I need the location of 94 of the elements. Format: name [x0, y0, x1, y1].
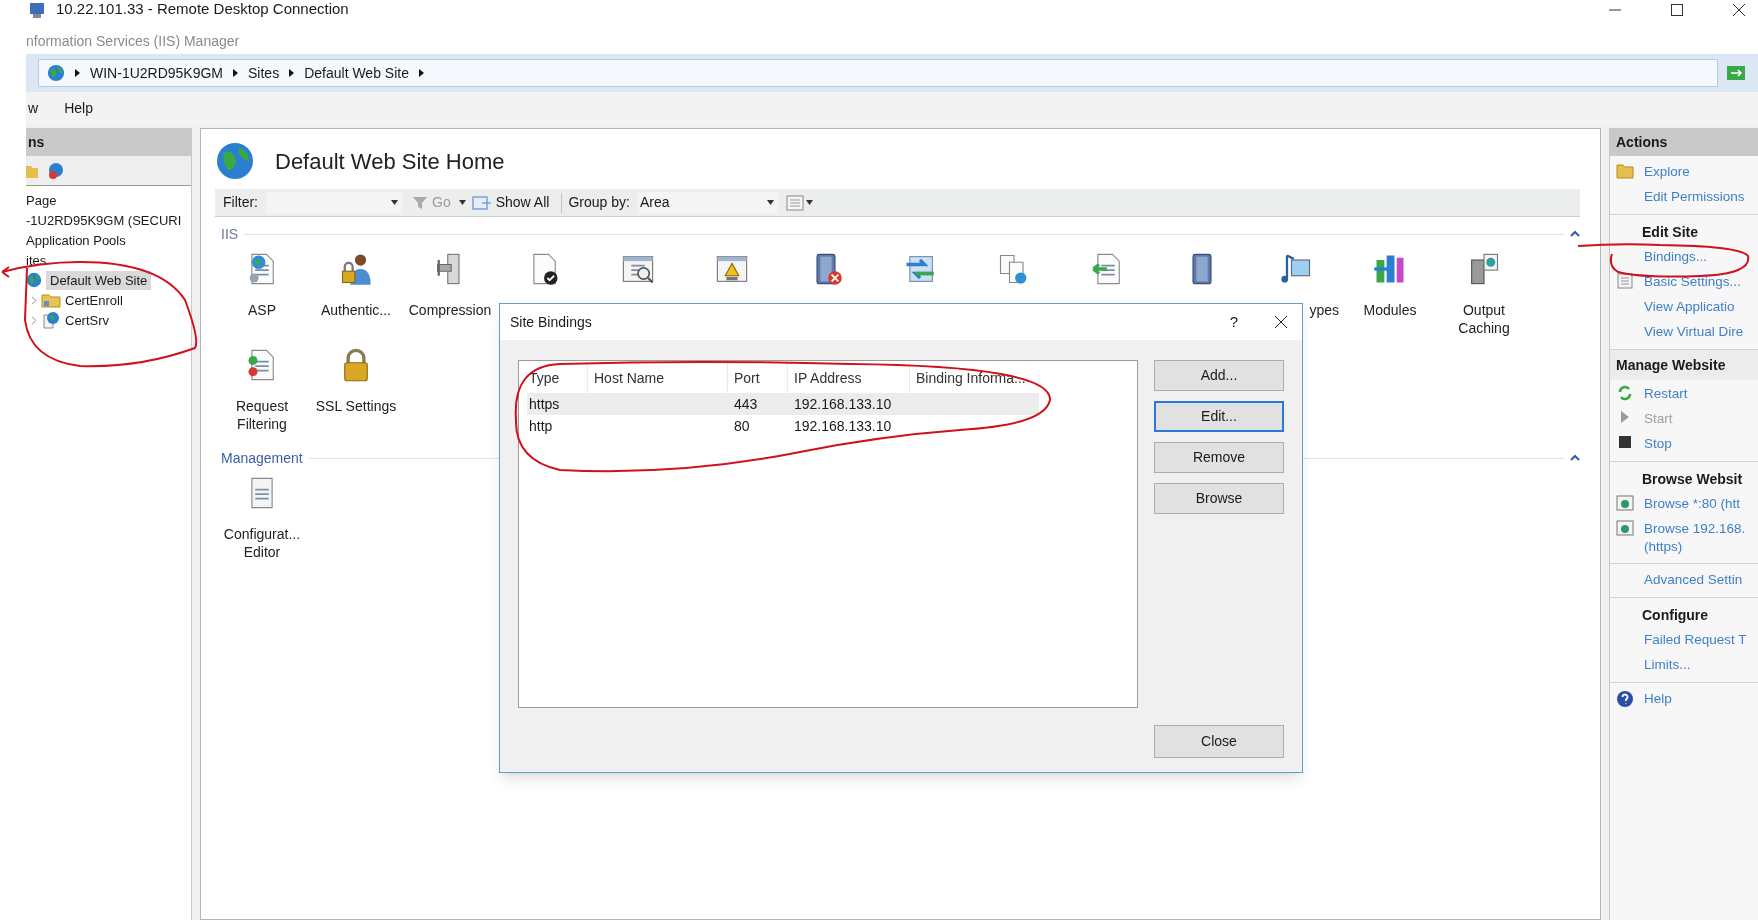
- chevron-icon: [418, 69, 424, 77]
- column-header[interactable]: Type: [527, 363, 587, 393]
- action-link[interactable]: Browse 192.168. (https): [1644, 520, 1758, 556]
- globe-disconnect-icon[interactable]: [46, 161, 66, 180]
- action-link[interactable]: Basic Settings...: [1644, 273, 1758, 291]
- collapse-icon[interactable]: [1570, 454, 1580, 462]
- caret-icon: [391, 200, 398, 205]
- feature-label[interactable]: Modules: [1344, 301, 1436, 319]
- action-link[interactable]: View Applicatio: [1644, 298, 1758, 316]
- group-header: Management: [221, 448, 303, 468]
- dialog-button[interactable]: Add...: [1154, 360, 1284, 391]
- dialog-button[interactable]: Edit...: [1154, 401, 1284, 432]
- breadcrumb-item[interactable]: Default Web Site: [304, 62, 409, 84]
- play-icon: [1619, 410, 1631, 424]
- globe-icon: [47, 64, 65, 82]
- action-link[interactable]: Failed Request T: [1644, 631, 1758, 649]
- section-header: Configure: [1641, 606, 1710, 625]
- filter-field[interactable]: [266, 191, 402, 214]
- collapsed-chevron-icon[interactable]: [30, 315, 37, 325]
- collapse-icon[interactable]: [1570, 230, 1580, 238]
- tree-item[interactable]: CertSrv: [65, 310, 110, 330]
- chevron-icon: [233, 69, 239, 77]
- menu-item[interactable]: Help: [64, 97, 93, 119]
- globe-icon: [26, 272, 42, 288]
- action-link[interactable]: Help: [1644, 690, 1758, 708]
- tree-item[interactable]: Application Pools: [26, 230, 126, 250]
- binding-row[interactable]: https 443 192.168.133.10: [527, 393, 1039, 415]
- window-title: 10.22.101.33 - Remote Desktop Connection: [56, 0, 349, 20]
- close-button[interactable]: Close: [1154, 725, 1284, 758]
- action-link[interactable]: Explore: [1644, 163, 1758, 181]
- globe-document-icon: [41, 311, 61, 329]
- chevron-icon: [75, 69, 80, 77]
- globe-icon: [215, 141, 255, 181]
- table-cell: http: [529, 417, 553, 434]
- menu-item[interactable]: w: [28, 97, 39, 119]
- page-title: Default Web Site Home: [275, 147, 505, 176]
- panel-title: Actions: [1615, 132, 1668, 152]
- dialog-button[interactable]: Remove: [1154, 442, 1284, 473]
- caret-icon: [766, 200, 774, 205]
- folder-icon: [1616, 163, 1634, 179]
- help-icon: [1616, 690, 1634, 708]
- collapsed-chevron-icon[interactable]: [30, 295, 37, 305]
- show-all-icon[interactable]: [471, 194, 492, 211]
- action-link[interactable]: Limits...: [1644, 656, 1758, 674]
- group-by-label: Group by:: [568, 193, 630, 212]
- breadcrumb-item[interactable]: WIN-1U2RD95K9GM: [90, 62, 224, 84]
- section-header: Browse Websit: [1641, 470, 1744, 489]
- dialog-title: Site Bindings: [510, 312, 592, 332]
- folder-icon: [41, 292, 61, 308]
- action-link[interactable]: Browse *:80 (htt: [1644, 495, 1758, 513]
- feature-label[interactable]: Configurat... Editor: [216, 525, 308, 561]
- action-link[interactable]: View Virtual Dire: [1644, 323, 1758, 341]
- tree-item[interactable]: Page: [26, 190, 57, 210]
- section-header: Edit Site: [1641, 223, 1699, 242]
- feature-label[interactable]: Request Filtering: [216, 397, 308, 433]
- feature-label[interactable]: Compression: [404, 301, 496, 319]
- tree-item[interactable]: -1U2RD95K9GM (SECURI: [26, 210, 182, 230]
- caret-icon: [805, 200, 813, 205]
- settings-page-icon: [1617, 273, 1633, 289]
- caret-icon: [458, 200, 466, 205]
- table-cell: https: [529, 395, 560, 412]
- refresh-icon[interactable]: [1726, 65, 1746, 81]
- action-link[interactable]: Stop: [1644, 435, 1758, 453]
- table-cell: 192.168.133.10: [794, 417, 892, 434]
- action-link[interactable]: Edit Permissions: [1644, 188, 1758, 206]
- table-cell: 192.168.133.10: [794, 395, 892, 412]
- feature-label[interactable]: ASP: [216, 301, 308, 319]
- group-header: IIS: [221, 224, 239, 244]
- app-title: nformation Services (IIS) Manager: [26, 31, 240, 51]
- stop-icon: [1618, 435, 1632, 449]
- browser-window-icon: [1616, 520, 1634, 536]
- show-all-button[interactable]: Show All: [495, 192, 550, 213]
- restart-icon: [1617, 385, 1633, 401]
- action-link[interactable]: Advanced Settin: [1644, 571, 1758, 589]
- table-cell: 80: [734, 417, 750, 434]
- feature-label[interactable]: SSL Settings: [310, 397, 402, 415]
- action-link[interactable]: Bindings...: [1644, 248, 1758, 266]
- action-link[interactable]: Restart: [1644, 385, 1758, 403]
- help-button[interactable]: ?: [1229, 310, 1238, 334]
- table-cell: 443: [734, 395, 758, 412]
- binding-row[interactable]: http 80 192.168.133.10: [527, 415, 1039, 437]
- panel-title: ns: [27, 132, 45, 152]
- tree-item[interactable]: Default Web Site: [46, 270, 152, 290]
- group-by-dropdown[interactable]: Area: [637, 191, 778, 214]
- filter-label: Filter:: [223, 193, 258, 212]
- breadcrumb-item[interactable]: Sites: [248, 62, 280, 84]
- section-header: Manage Website: [1615, 355, 1726, 375]
- feature-label[interactable]: Output Caching: [1438, 301, 1530, 337]
- browser-window-icon: [1616, 495, 1634, 511]
- feature-label[interactable]: Authentic...: [310, 301, 402, 319]
- chevron-icon: [289, 69, 295, 77]
- dialog-button[interactable]: Browse: [1154, 483, 1284, 514]
- close-icon[interactable]: [1274, 315, 1288, 329]
- tree-item[interactable]: CertEnroll: [65, 290, 123, 310]
